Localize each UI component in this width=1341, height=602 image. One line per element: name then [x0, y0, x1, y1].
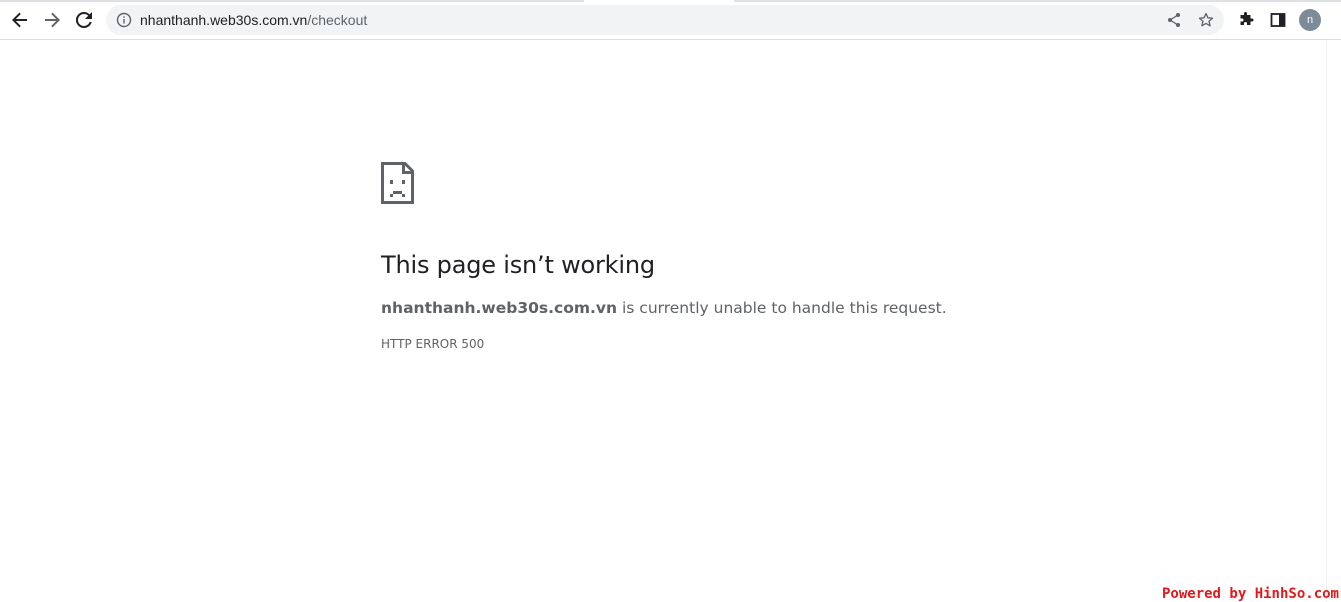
- back-button[interactable]: [8, 8, 32, 32]
- arrow-right-icon: [45, 12, 60, 28]
- url-host: nhanthanh.web30s.com.vn: [140, 12, 308, 28]
- tab-strip: [0, 0, 1341, 2]
- side-panel-icon: [1270, 13, 1286, 27]
- active-tab[interactable]: [584, 0, 734, 2]
- extensions-button[interactable]: [1234, 8, 1258, 32]
- arrow-left-icon: [12, 12, 27, 28]
- share-button[interactable]: [1164, 10, 1184, 30]
- address-bar[interactable]: nhanthanh.web30s.com.vn/checkout: [106, 5, 1224, 35]
- scrollbar[interactable]: [1326, 40, 1341, 602]
- error-description: nhanthanh.web30s.com.vn is currently una…: [381, 298, 947, 318]
- error-title: This page isn’t working: [381, 251, 655, 279]
- watermark: Powered by HinhSo.com: [1161, 586, 1339, 602]
- puzzle-icon: [1240, 12, 1254, 25]
- star-icon: [1198, 12, 1214, 27]
- error-message: is currently unable to handle this reque…: [617, 299, 947, 317]
- profile-avatar[interactable]: n: [1299, 9, 1321, 31]
- reload-button[interactable]: [72, 8, 96, 32]
- side-panel-button[interactable]: [1266, 8, 1290, 32]
- url-text[interactable]: nhanthanh.web30s.com.vn/checkout: [140, 11, 367, 29]
- url-path: /checkout: [307, 12, 368, 28]
- info-icon[interactable]: [116, 12, 132, 28]
- browser-toolbar: nhanthanh.web30s.com.vn/checkout n: [0, 0, 1341, 40]
- forward-button[interactable]: [40, 8, 64, 32]
- error-host: nhanthanh.web30s.com.vn: [381, 299, 618, 317]
- error-code: HTTP ERROR 500: [381, 337, 485, 351]
- share-icon: [1168, 13, 1180, 27]
- sad-page-icon: [381, 162, 414, 204]
- bookmark-button[interactable]: [1196, 10, 1216, 30]
- reload-icon: [75, 11, 92, 28]
